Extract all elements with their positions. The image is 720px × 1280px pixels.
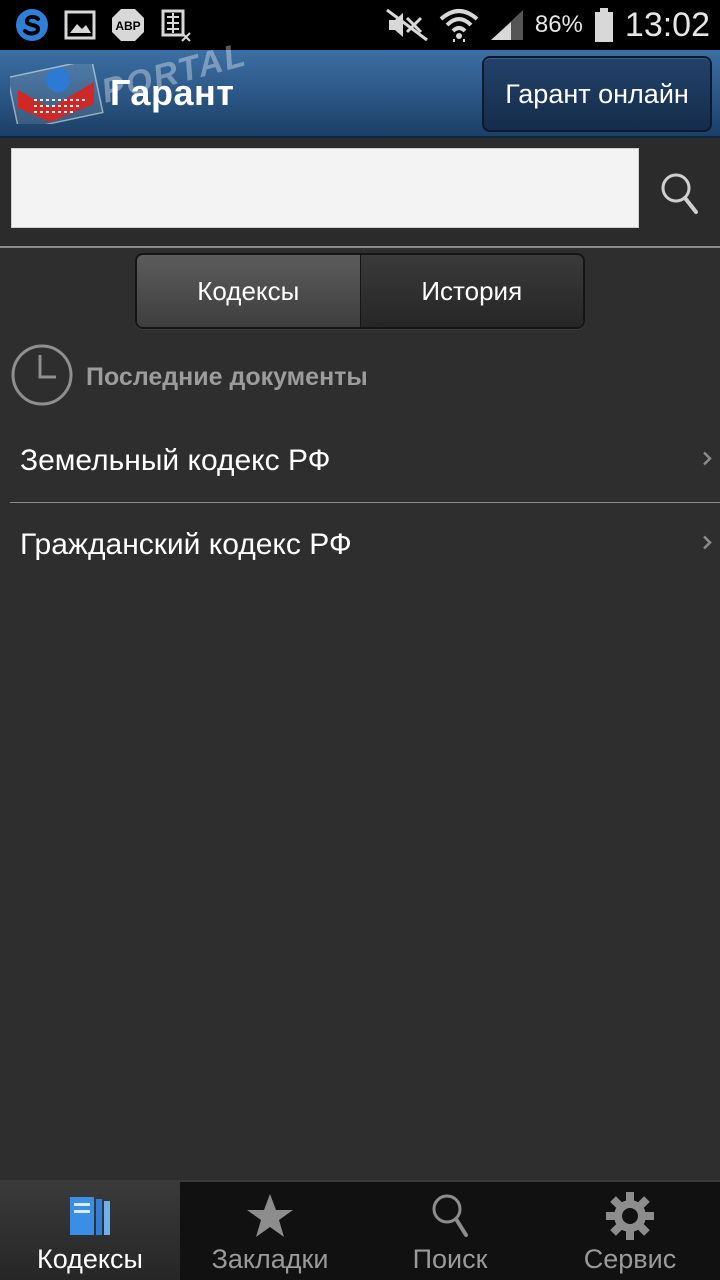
nav-item-codes[interactable]: Кодексы [0, 1182, 180, 1280]
gear-icon [605, 1190, 655, 1242]
garant-logo [6, 58, 106, 132]
nav-label: Закладки [211, 1244, 329, 1274]
list-item[interactable]: Гражданский кодекс РФ [10, 503, 720, 586]
nav-item-service[interactable]: Сервис [540, 1182, 720, 1280]
nav-label: Сервис [583, 1244, 677, 1274]
document-title: Земельный кодекс РФ [20, 444, 331, 477]
chevron-right-icon [702, 534, 712, 555]
app-title: Гарант [110, 72, 235, 113]
nav-label: Поиск [412, 1244, 488, 1274]
adblock-text: ABP [115, 19, 140, 33]
tab-codes[interactable]: Кодексы [137, 255, 361, 327]
nav-item-search[interactable]: Поиск [360, 1182, 540, 1280]
document-title: Гражданский кодекс РФ [20, 527, 352, 561]
battery-icon [593, 7, 615, 43]
mute-icon [385, 8, 429, 42]
search-bar [0, 138, 720, 248]
app-header: PORTAL Гарант Гарант онлайн [0, 35, 720, 138]
clock-icon [10, 343, 74, 412]
search-icon [430, 1190, 470, 1242]
skype-icon [14, 7, 50, 43]
document-list: Земельный кодекс РФ Гражданский кодекс Р… [10, 420, 720, 586]
clock: 13:02 [624, 5, 710, 44]
chevron-right-icon [702, 451, 712, 472]
keyboard-icon [160, 7, 192, 43]
garant-online-button[interactable]: Гарант онлайн [482, 56, 712, 132]
search-icon[interactable] [656, 168, 702, 220]
nav-label: Кодексы [37, 1244, 143, 1274]
battery-percent: 86% [534, 11, 583, 38]
books-icon [66, 1190, 114, 1242]
segmented-control: Кодексы История [135, 253, 585, 329]
star-icon [245, 1190, 295, 1242]
nav-item-bookmarks[interactable]: Закладки [180, 1182, 360, 1280]
bottom-navigation: Кодексы Закладки Поиск Сервис [0, 1180, 720, 1280]
search-input[interactable] [11, 148, 639, 228]
status-bar: ABP 86% 13:02 [0, 0, 720, 50]
signal-icon [489, 8, 525, 42]
list-item[interactable]: Земельный кодекс РФ [10, 420, 720, 503]
wifi-icon [439, 7, 479, 43]
tab-history[interactable]: История [360, 255, 583, 327]
adblock-icon: ABP [110, 7, 146, 43]
recent-documents-title: Последние документы [86, 362, 368, 391]
gallery-icon [64, 9, 96, 41]
recent-documents-header: Последние документы [10, 344, 368, 408]
